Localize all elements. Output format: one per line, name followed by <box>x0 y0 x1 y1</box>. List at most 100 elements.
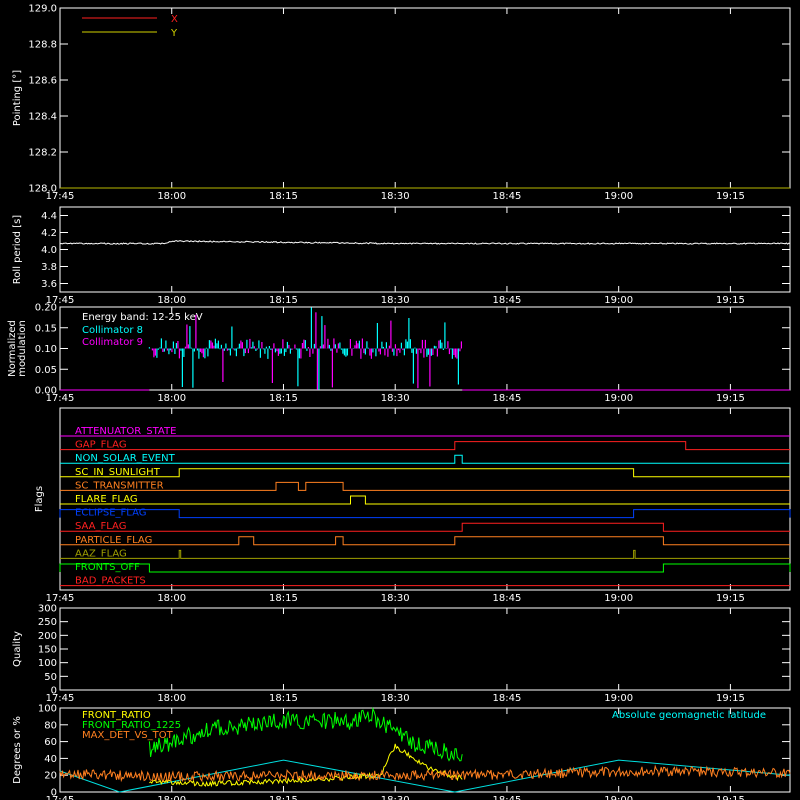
x-tick-label: 19:00 <box>604 295 633 306</box>
y-tick-label: 100 <box>38 704 57 715</box>
x-tick-label: 18:00 <box>157 593 186 604</box>
y-tick-label: 3.8 <box>41 262 57 273</box>
x-tick-label: 19:15 <box>716 593 745 604</box>
x-tick-label: 18:45 <box>493 393 522 404</box>
y-tick-label: 128.6 <box>28 76 57 87</box>
flag-line <box>60 468 790 478</box>
y-tick-label: 4.2 <box>41 228 57 239</box>
x-tick-label: 19:00 <box>604 593 633 604</box>
legend-label: MAX_DET_VS_TOT <box>82 730 174 741</box>
y-tick-label: 0.10 <box>35 344 57 355</box>
x-tick-label: 18:30 <box>381 693 410 704</box>
flag-label: SC_IN_SUNLIGHT <box>75 467 161 478</box>
y-axis-label: Flags <box>34 486 45 512</box>
flag-line <box>60 536 790 546</box>
x-tick-label: 18:00 <box>157 693 186 704</box>
chart-figure: 17:45 18:00 18:15 18:30 18:45 19:00 19:15 128.0… <box>0 0 800 800</box>
y-tick-label: 0 <box>51 788 57 799</box>
x-tick-label: 19:00 <box>604 393 633 404</box>
x-tick-label: 18:45 <box>493 593 522 604</box>
x-tick-label: 18:45 <box>493 295 522 306</box>
x-tick-label: 19:15 <box>716 191 745 202</box>
x-tick-label: 19:15 <box>716 393 745 404</box>
x-tick-label: 19:00 <box>604 191 633 202</box>
energy-band-annotation: Energy band: 12-25 keV <box>82 312 203 323</box>
x-tick-label: 19:15 <box>716 693 745 704</box>
y-tick-label: 4.4 <box>41 211 57 222</box>
y-tick-label: 0.00 <box>35 386 57 397</box>
legend-label: X <box>171 14 178 25</box>
y-tick-label: 80 <box>44 720 57 731</box>
x-tick-label: 18:30 <box>381 295 410 306</box>
flag-line <box>60 495 790 505</box>
legend-label: Collimator 8 <box>82 325 143 336</box>
y-tick-label: 100 <box>38 658 57 669</box>
x-tick-label: 18:45 <box>493 693 522 704</box>
plot-frame-4 <box>59 607 791 691</box>
flag-line <box>60 481 790 491</box>
flag-label: NON_SOLAR_EVENT <box>75 453 176 464</box>
series-line-roll-period <box>59 240 791 245</box>
y-tick-label: 40 <box>44 754 57 765</box>
flag-label: AAZ_FLAG <box>75 548 127 559</box>
x-tick-label: 18:30 <box>381 191 410 202</box>
x-tick-label: 18:15 <box>269 191 298 202</box>
y-tick-label: 20 <box>44 771 57 782</box>
y-axis-label: modulation <box>17 320 28 377</box>
flag-label: SAA_FLAG <box>75 521 126 532</box>
x-tick-label: 18:45 <box>493 795 522 800</box>
x-tick-label: 19:00 <box>604 795 633 800</box>
x-tick-label: 17:45 <box>46 593 75 604</box>
y-tick-label: 0 <box>51 686 57 697</box>
flag-line <box>59 509 791 519</box>
y-tick-label: 129.0 <box>28 4 57 15</box>
flag-label: GAP_FLAG <box>75 440 127 451</box>
y-tick-label: 200 <box>38 631 57 642</box>
annotation-geomagnetic-latitude: Absolute geomagnetic latitude <box>612 710 766 721</box>
y-tick-label: 0.20 <box>35 303 57 314</box>
flag-line <box>60 441 790 451</box>
x-tick-label: 18:15 <box>269 795 298 800</box>
y-tick-label: 0.05 <box>35 365 57 376</box>
y-tick-label: 128.0 <box>28 184 57 195</box>
y-tick-label: 300 <box>38 604 57 615</box>
y-tick-label: 128.8 <box>28 40 57 51</box>
y-axis-label: Degrees or % <box>12 716 23 784</box>
x-tick-label: 19:15 <box>716 795 745 800</box>
x-tick-label: 18:00 <box>157 295 186 306</box>
x-tick-label: 18:15 <box>269 393 298 404</box>
chart-svg: 17:45 18:00 18:15 18:30 18:45 19:00 19:15 128.0… <box>7 4 791 800</box>
flag-label: ATTENUATOR_STATE <box>75 426 176 437</box>
x-tick-label: 19:00 <box>604 693 633 704</box>
y-axis-label: Roll period [s] <box>12 215 23 284</box>
x-tick-label: 18:15 <box>269 693 298 704</box>
legend-label: Y <box>170 28 178 39</box>
series-line-max-det-vs-tot <box>59 764 791 783</box>
plot-frame-0 <box>59 7 791 189</box>
y-tick-label: 4.0 <box>41 245 57 256</box>
y-tick-label: 0.15 <box>35 323 57 334</box>
x-tick-label: 18:00 <box>157 393 186 404</box>
y-tick-label: 250 <box>38 617 57 628</box>
y-tick-label: 50 <box>44 672 57 683</box>
y-tick-label: 150 <box>38 645 57 656</box>
legend-label: Collimator 9 <box>82 337 143 348</box>
x-tick-label: 18:45 <box>493 191 522 202</box>
y-axis-label: Quality <box>12 631 23 667</box>
y-axis-label: Pointing [°] <box>12 70 23 126</box>
series-line-front-ratio-1225 <box>148 706 463 762</box>
x-tick-label: 18:30 <box>381 795 410 800</box>
flag-line <box>60 522 790 532</box>
x-tick-label: 19:15 <box>716 295 745 306</box>
flag-label: SC_TRANSMITTER <box>75 480 164 491</box>
x-tick-label: 18:15 <box>269 295 298 306</box>
x-tick-label: 18:30 <box>381 593 410 604</box>
x-tick-label: 18:00 <box>157 191 186 202</box>
y-tick-label: 60 <box>44 737 57 748</box>
y-tick-label: 3.6 <box>41 279 57 290</box>
plot-frame-1 <box>59 206 791 293</box>
x-tick-label: 18:30 <box>381 393 410 404</box>
y-tick-label: 128.2 <box>28 148 57 159</box>
x-tick-label: 18:15 <box>269 593 298 604</box>
flag-line <box>60 549 790 559</box>
